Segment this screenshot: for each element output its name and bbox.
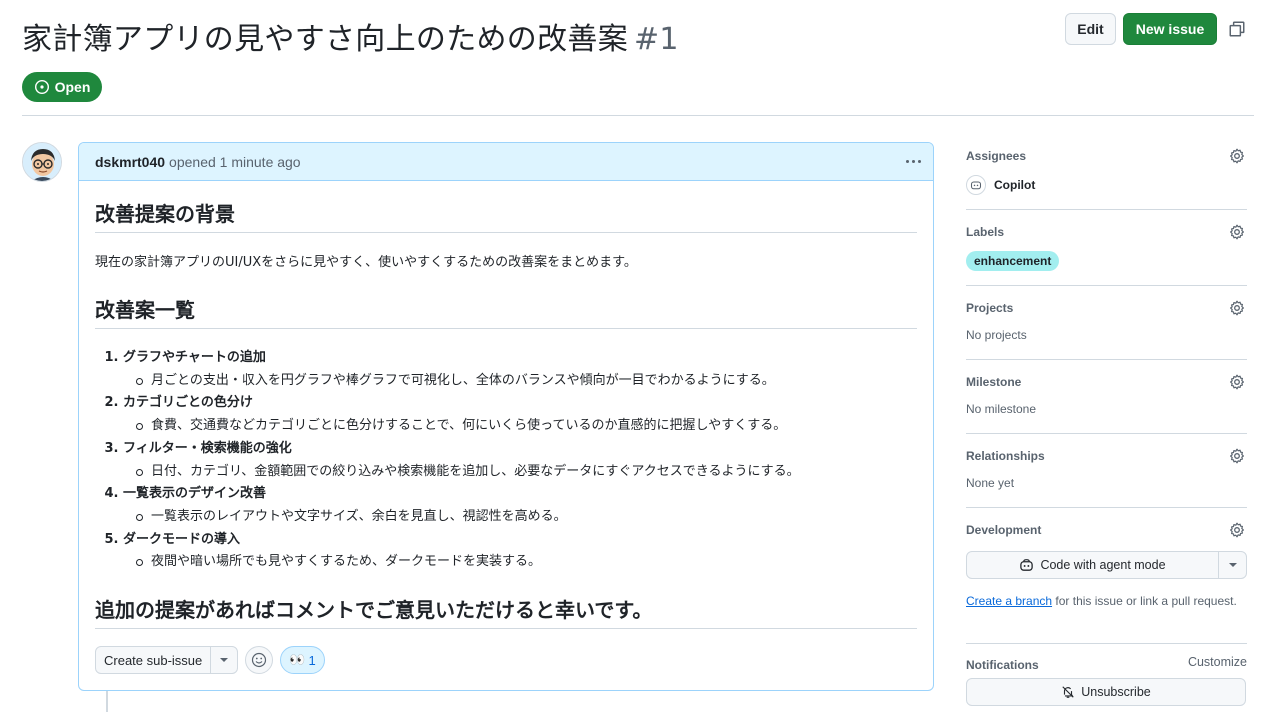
issue-state-badge: Open: [22, 72, 102, 102]
list-item: 一覧表示のデザイン改善一覧表示のレイアウトや文字サイズ、余白を見直し、視認性を高…: [123, 483, 917, 528]
list-item: グラフやチャートの追加月ごとの支出・収入を円グラフや棒グラフで可視化し、全体のバ…: [123, 347, 917, 392]
list-item-detail: 夜間や暗い場所でも見やすくするため、ダークモードを実装する。: [136, 551, 917, 574]
relationships-title: Relationships: [966, 449, 1045, 463]
create-sub-issue-button[interactable]: Create sub-issue: [95, 646, 239, 674]
gear-icon[interactable]: [1229, 224, 1245, 240]
list-item: カテゴリごとの色分け食費、交通費などカテゴリごとに色分けすることで、何にいくら使…: [123, 392, 917, 437]
heading-improvements: 改善案一覧: [95, 294, 917, 329]
labels-title: Labels: [966, 225, 1005, 239]
sidebar-projects: Projects No projects: [966, 286, 1247, 360]
bell-slash-icon: [1062, 686, 1074, 698]
assignees-title: Assignees: [966, 149, 1027, 163]
header-actions: Edit New issue: [1065, 13, 1246, 45]
gear-icon[interactable]: [1229, 148, 1245, 164]
list-item-detail: 月ごとの支出・収入を円グラフや棒グラフで可視化し、全体のバランスや傾向が一目でわ…: [136, 370, 917, 393]
gear-icon[interactable]: [1229, 522, 1245, 538]
code-with-agent-label[interactable]: Code with agent mode: [1040, 558, 1165, 572]
comment-footer: Create sub-issue 👀 1: [95, 646, 325, 674]
comment-author-link[interactable]: dskmrt040: [95, 154, 165, 170]
sidebar-milestone: Milestone No milestone: [966, 360, 1247, 434]
development-title: Development: [966, 523, 1042, 537]
comment-options-icon[interactable]: [903, 153, 923, 169]
create-sub-issue-label[interactable]: Create sub-issue: [96, 647, 212, 673]
list-item: フィルター・検索機能の強化日付、カテゴリ、金額範囲での絞り込みや検索機能を追加し…: [123, 438, 917, 483]
issue-number: #1: [634, 22, 679, 57]
heading-background: 改善提案の背景: [95, 198, 917, 233]
issue-open-icon: [34, 79, 49, 95]
sidebar-notifications: Notifications Customize Unsubscribe: [966, 644, 1247, 706]
development-note: Create a branch for this issue or link a…: [966, 592, 1247, 610]
unsubscribe-label[interactable]: Unsubscribe: [1081, 685, 1150, 699]
add-reaction-smiley-icon[interactable]: [245, 646, 274, 674]
timeline-line: [106, 690, 108, 712]
projects-value: No projects: [966, 328, 1027, 342]
paragraph-background: 現在の家計簿アプリのUI/UXをさらに見やすく、使いやすくするための改善案をまと…: [95, 255, 637, 270]
code-with-agent-button[interactable]: Code with agent mode: [966, 551, 1247, 579]
chevron-down-icon[interactable]: [211, 647, 237, 673]
milestone-title: Milestone: [966, 375, 1022, 389]
improvement-list: グラフやチャートの追加月ごとの支出・収入を円グラフや棒グラフで可視化し、全体のバ…: [95, 347, 917, 574]
edit-button[interactable]: Edit: [1065, 13, 1116, 45]
heading-closing: 追加の提案があればコメントでご意見いただけると幸いです。: [95, 594, 917, 630]
comment-body: 改善提案の背景 現在の家計簿アプリのUI/UXをさらに見やすく、使いやすくするた…: [79, 198, 933, 630]
issue-sidebar: Assignees Copilot Labels enhancement Pro…: [966, 142, 1247, 706]
milestone-value: No milestone: [966, 402, 1037, 416]
list-item-detail: 一覧表示のレイアウトや文字サイズ、余白を見直し、視認性を高める。: [136, 506, 917, 529]
assignee-copilot[interactable]: Copilot: [966, 175, 1247, 195]
development-note-text: for this issue or link a pull request.: [1052, 594, 1237, 608]
header-divider: [22, 115, 1254, 116]
copilot-icon: [966, 175, 986, 195]
issue-title-text: 家計簿アプリの見やすさ向上のための改善案: [22, 22, 628, 57]
comment-header: dskmrt040 opened 1 minute ago: [79, 143, 933, 181]
projects-title: Projects: [966, 301, 1014, 315]
assignee-name[interactable]: Copilot: [994, 178, 1035, 192]
eyes-emoji: 👀: [289, 652, 306, 667]
reaction-count: 1: [308, 652, 316, 668]
copilot-icon: [1020, 558, 1034, 571]
list-item: ダークモードの導入夜間や暗い場所でも見やすくするため、ダークモードを実装する。: [123, 529, 917, 574]
issue-title: 家計簿アプリの見やすさ向上のための改善案 #1: [22, 14, 679, 58]
sidebar-development: Development Code with agent mode Create …: [966, 508, 1247, 644]
sidebar-labels: Labels enhancement: [966, 210, 1247, 286]
label-enhancement[interactable]: enhancement: [966, 251, 1060, 271]
code-with-agent-main[interactable]: Code with agent mode: [967, 552, 1219, 578]
new-issue-button[interactable]: New issue: [1123, 13, 1217, 45]
list-item-detail: 食費、交通費などカテゴリごとに色分けすることで、何にいくら使っているのか直感的に…: [136, 415, 917, 438]
sidebar-assignees: Assignees Copilot: [966, 142, 1247, 210]
relationships-value: None yet: [966, 476, 1015, 490]
list-item-detail: 日付、カテゴリ、金額範囲での絞り込みや検索機能を追加し、必要なデータにすぐアクセ…: [136, 461, 917, 484]
eyes-reaction-button[interactable]: 👀 1: [280, 646, 325, 674]
issue-state-label: Open: [54, 79, 91, 95]
gear-icon[interactable]: [1229, 374, 1245, 390]
issue-body-comment: dskmrt040 opened 1 minute ago 改善提案の背景 現在…: [78, 142, 934, 691]
sidebar-relationships: Relationships None yet: [966, 434, 1247, 508]
chevron-down-icon[interactable]: [1219, 552, 1246, 578]
customize-link[interactable]: Customize: [1188, 655, 1247, 669]
gear-icon[interactable]: [1229, 448, 1245, 464]
unsubscribe-button[interactable]: Unsubscribe: [966, 678, 1246, 706]
copy-link-icon[interactable]: [1228, 20, 1246, 38]
author-avatar[interactable]: [22, 142, 62, 182]
comment-meta: opened 1 minute ago: [169, 153, 301, 170]
gear-icon[interactable]: [1229, 300, 1245, 316]
create-branch-link[interactable]: Create a branch: [966, 594, 1052, 608]
